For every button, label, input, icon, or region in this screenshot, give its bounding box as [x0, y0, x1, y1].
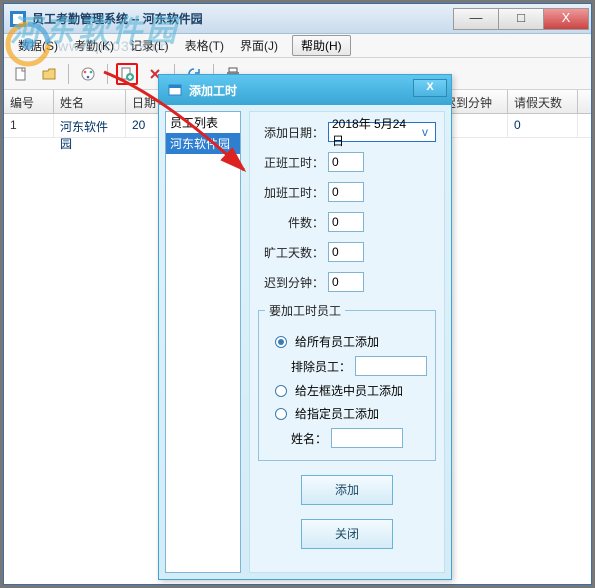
menu-record[interactable]: 记录(L) — [122, 35, 177, 56]
radio-all[interactable] — [275, 336, 287, 348]
palette-icon[interactable] — [77, 63, 99, 85]
label-normal: 正班工时： — [258, 154, 324, 171]
separator — [107, 64, 108, 84]
late-input[interactable] — [328, 272, 364, 292]
radio-selected-row[interactable]: 给左框选中员工添加 — [275, 382, 429, 399]
maximize-button[interactable]: □ — [498, 8, 544, 30]
col-name[interactable]: 姓名 — [54, 90, 126, 113]
pieces-input[interactable] — [328, 212, 364, 232]
radio-named-row[interactable]: 给指定员工添加 — [275, 405, 429, 422]
name-input[interactable] — [331, 428, 403, 448]
menu-help[interactable]: 帮助(H) — [292, 35, 351, 56]
add-hours-dialog: 添加工时 X 员工列表 河东软件园 添加日期： 2018年 5月24日 v 正班… — [158, 74, 452, 580]
label-exclude: 排除员工： — [291, 358, 351, 375]
menu-attendance[interactable]: 考勤(K) — [66, 35, 122, 56]
absent-input[interactable] — [328, 242, 364, 262]
label-overtime: 加班工时： — [258, 184, 324, 201]
label-absent: 旷工天数： — [258, 244, 324, 261]
date-value: 2018年 5月24日 — [332, 115, 418, 149]
radio-selected-label: 给左框选中员工添加 — [295, 382, 403, 399]
normal-input[interactable] — [328, 152, 364, 172]
group-legend: 要加工时员工 — [265, 302, 345, 319]
radio-named[interactable] — [275, 408, 287, 420]
menu-table[interactable]: 表格(T) — [177, 35, 232, 56]
window-title: 员工考勤管理系统 -- 河东软件园 — [32, 10, 454, 27]
menu-ui[interactable]: 界面(J) — [232, 35, 286, 56]
cell-leave: 0 — [508, 114, 578, 137]
radio-named-label: 给指定员工添加 — [295, 405, 379, 422]
label-pieces: 件数： — [258, 214, 324, 231]
dialog-titlebar[interactable]: 添加工时 X — [159, 75, 451, 105]
minimize-button[interactable]: — — [453, 8, 499, 30]
close-button[interactable]: 关闭 — [301, 519, 393, 549]
watermark-logo-icon — [2, 18, 54, 70]
employee-list[interactable]: 员工列表 河东软件园 — [165, 111, 241, 573]
exclude-input[interactable] — [355, 356, 427, 376]
label-late: 迟到分钟： — [258, 274, 324, 291]
titlebar[interactable]: 员工考勤管理系统 -- 河东软件园 — □ X — [4, 4, 591, 34]
col-leave[interactable]: 请假天数 — [508, 90, 578, 113]
employee-list-header: 员工列表 — [166, 112, 240, 133]
dialog-close-button[interactable]: X — [413, 79, 447, 97]
menubar: 数据(S) 考勤(K) 记录(L) 表格(T) 界面(J) 帮助(H) — [4, 34, 591, 58]
close-button[interactable]: X — [543, 8, 589, 30]
add-record-icon[interactable] — [116, 63, 138, 85]
dialog-icon — [167, 82, 183, 98]
chevron-down-icon[interactable]: v — [418, 125, 432, 139]
col-id[interactable]: 编号 — [4, 90, 54, 113]
separator — [68, 64, 69, 84]
radio-all-row[interactable]: 给所有员工添加 — [275, 333, 429, 350]
label-name: 姓名： — [291, 430, 327, 447]
radio-selected[interactable] — [275, 385, 287, 397]
employee-scope-group: 要加工时员工 给所有员工添加 排除员工： 给左框选中员工添加 给指定员工添加 — [258, 302, 436, 461]
form-panel: 添加日期： 2018年 5月24日 v 正班工时： 加班工时： 件数： 旷工天数… — [249, 111, 445, 573]
label-add-date: 添加日期： — [258, 124, 324, 141]
dialog-title: 添加工时 — [189, 82, 237, 99]
cell-name: 河东软件园 — [54, 114, 126, 137]
cell-id: 1 — [4, 114, 54, 137]
add-button[interactable]: 添加 — [301, 475, 393, 505]
date-input[interactable]: 2018年 5月24日 v — [328, 122, 436, 142]
overtime-input[interactable] — [328, 182, 364, 202]
employee-list-item[interactable]: 河东软件园 — [166, 133, 240, 154]
radio-all-label: 给所有员工添加 — [295, 333, 379, 350]
